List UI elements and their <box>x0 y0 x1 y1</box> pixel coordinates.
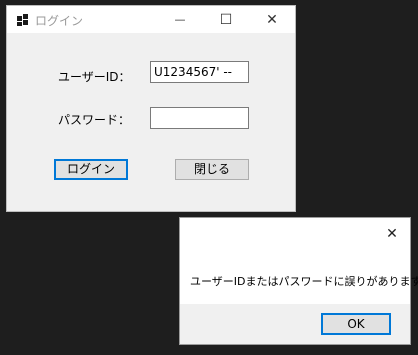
minimize-icon: — <box>174 13 186 26</box>
error-message: ユーザーIDまたはパスワードに誤りがあります。 <box>190 275 418 288</box>
maximize-button[interactable]: ☐ <box>203 6 249 33</box>
login-button[interactable]: ログイン <box>54 159 128 180</box>
minimize-button[interactable]: — <box>157 6 203 33</box>
login-window: ログイン — ☐ ✕ ユーザーID： U1234567' -- パスワード： ロ… <box>6 5 296 212</box>
close-icon: ✕ <box>266 11 278 28</box>
title-bar[interactable]: ログイン — ☐ ✕ <box>7 6 295 33</box>
password-input[interactable] <box>150 107 249 129</box>
close-window-button[interactable]: 閉じる <box>175 159 249 180</box>
close-icon: ✕ <box>386 226 398 242</box>
close-button[interactable]: ✕ <box>249 6 295 33</box>
ok-button[interactable]: OK <box>321 313 391 335</box>
app-icon <box>17 14 29 26</box>
user-id-label: ユーザーID： <box>58 70 131 84</box>
maximize-icon: ☐ <box>219 11 233 28</box>
error-dialog: ✕ ユーザーIDまたはパスワードに誤りがあります。 OK <box>179 217 418 345</box>
dialog-footer: OK <box>180 304 410 344</box>
user-id-input[interactable]: U1234567' -- <box>150 61 249 83</box>
dialog-close-button[interactable]: ✕ <box>382 224 402 244</box>
password-label: パスワード： <box>58 113 131 127</box>
window-title: ログイン <box>35 14 84 28</box>
